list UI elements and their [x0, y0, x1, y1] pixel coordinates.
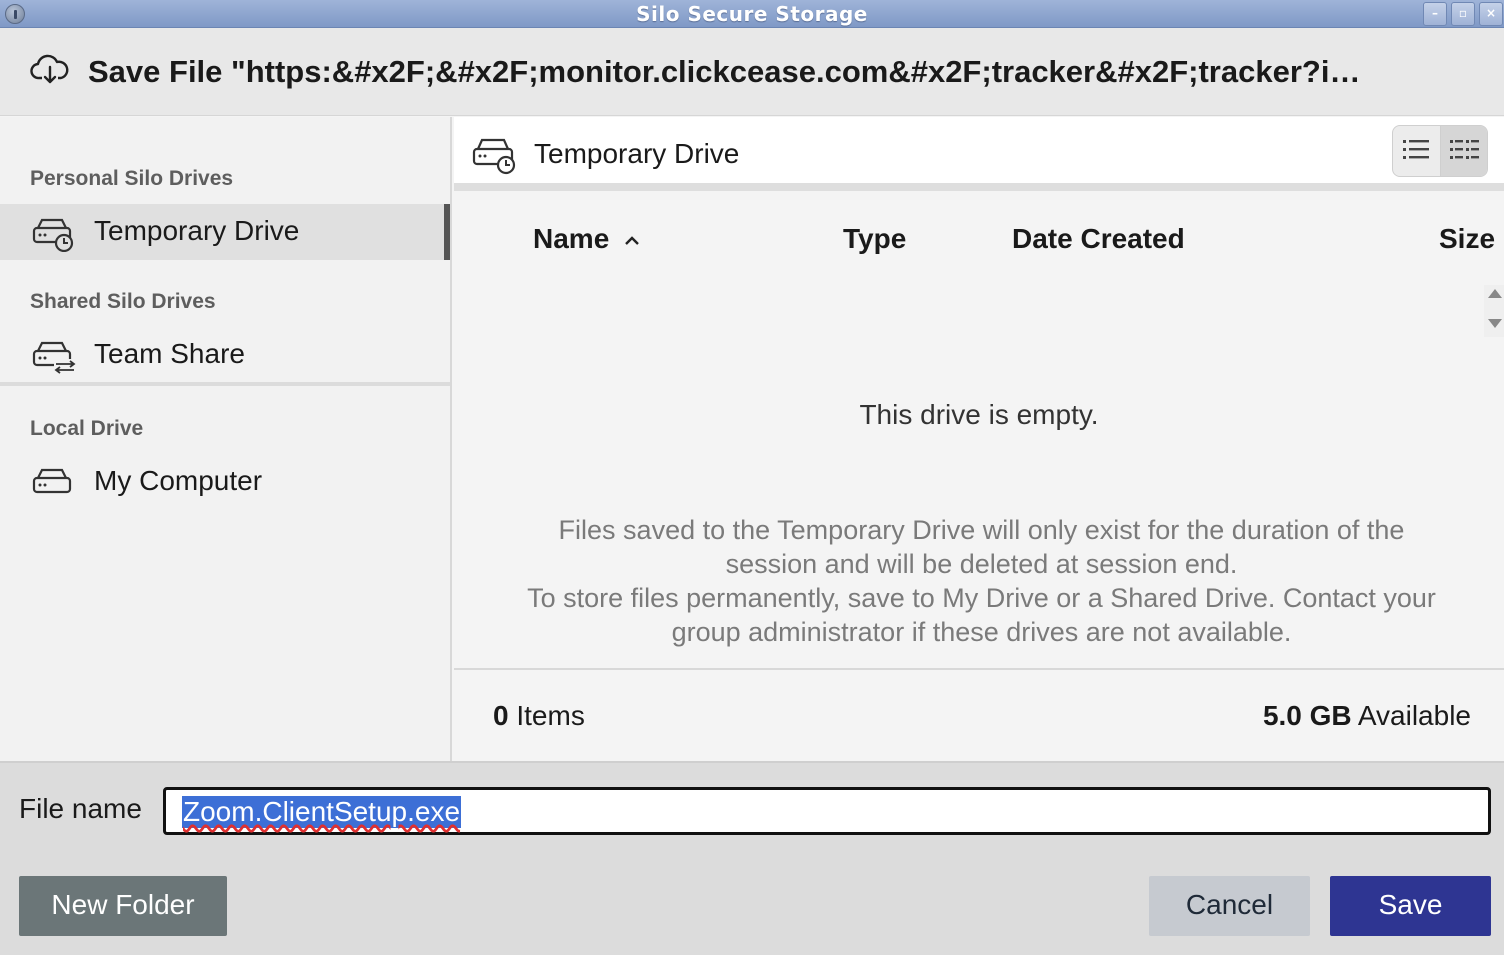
column-header-date-created[interactable]: Date Created [1012, 223, 1185, 255]
empty-desc-line: session and will be deleted at session e… [725, 549, 1238, 579]
maximize-button[interactable]: ▫ [1451, 2, 1475, 26]
scrollbar[interactable] [1484, 285, 1504, 337]
dialog-footer: File name Zoom.ClientSetup.exe New Folde… [0, 761, 1504, 955]
list-view-icon [1403, 140, 1429, 159]
shared-drive-icon [32, 341, 76, 374]
local-drive-icon [32, 468, 72, 494]
temporary-drive-icon [472, 138, 516, 175]
available-space-label: Available [1351, 700, 1471, 731]
minimize-button[interactable]: – [1423, 2, 1447, 26]
drive-sidebar: Personal Silo Drives Temporary Drive Sha… [0, 117, 452, 761]
empty-desc-line: group administrator if these drives are … [671, 617, 1292, 647]
file-name-input[interactable]: Zoom.ClientSetup.exe [163, 787, 1491, 835]
section-label-shared: Shared Silo Drives [30, 290, 216, 313]
section-label-personal: Personal Silo Drives [30, 167, 234, 190]
temporary-drive-icon [32, 218, 74, 252]
detail-view-button[interactable] [1440, 126, 1487, 176]
sidebar-item-my-computer[interactable]: My Computer [0, 454, 450, 510]
sidebar-item-label: Temporary Drive [94, 215, 300, 246]
window-title: Silo Secure Storage [636, 2, 868, 26]
drive-header: Temporary Drive [454, 117, 1504, 191]
sidebar-item-label: Team Share [94, 338, 245, 369]
column-header-type[interactable]: Type [843, 223, 906, 255]
available-space-value: 5.0 GB [1262, 700, 1352, 731]
sidebar-item-label: My Computer [94, 465, 263, 496]
file-name-label: File name [19, 793, 142, 824]
sidebar-divider [0, 382, 450, 386]
sidebar-item-temporary-drive[interactable]: Temporary Drive [0, 204, 450, 260]
dialog-header: Save File "https:&#x2F;&#x2F;monitor.cli… [0, 28, 1504, 116]
file-name-value: Zoom.ClientSetup.exe [182, 796, 462, 828]
save-button[interactable]: Save [1330, 876, 1491, 936]
item-count: 0 Items [493, 700, 585, 732]
item-count-label: Items [508, 700, 585, 731]
scroll-down-arrow-icon[interactable] [1488, 319, 1502, 328]
empty-desc-line: Files saved to the Temporary Drive will … [558, 515, 1405, 545]
column-headers: Name Type Date Created Size [454, 199, 1504, 281]
cloud-download-icon [30, 54, 69, 84]
empty-desc-line: To store files permanently, save to My D… [527, 583, 1436, 613]
view-toggle [1392, 125, 1488, 177]
list-view-button[interactable] [1393, 126, 1440, 176]
item-count-value: 0 [493, 700, 509, 731]
section-label-local: Local Drive [30, 417, 144, 440]
sort-ascending-icon [625, 236, 639, 245]
available-space: 5.0 GB Available [1263, 700, 1471, 732]
window-titlebar: Silo Secure Storage – ▫ × [0, 0, 1504, 28]
cancel-button[interactable]: Cancel [1149, 876, 1310, 936]
empty-state-description: Files saved to the Temporary Drive will … [494, 513, 1469, 649]
column-name-label: Name [533, 223, 610, 254]
empty-state-title: This drive is empty. [859, 399, 1099, 430]
scroll-up-arrow-icon[interactable] [1488, 289, 1502, 298]
sidebar-item-team-share[interactable]: Team Share [0, 327, 450, 383]
new-folder-button[interactable]: New Folder [19, 876, 227, 936]
drive-title: Temporary Drive [534, 138, 740, 169]
column-header-name[interactable]: Name [533, 223, 641, 255]
close-button[interactable]: × [1479, 2, 1503, 26]
dialog-title: Save File "https:&#x2F;&#x2F;monitor.cli… [88, 54, 1361, 89]
drive-footer: 0 Items 5.0 GB Available [454, 668, 1504, 761]
file-browser: Temporary Drive Name Type Date Created S… [454, 117, 1504, 761]
column-header-size[interactable]: Size [1439, 223, 1495, 255]
detail-view-icon [1450, 140, 1479, 159]
